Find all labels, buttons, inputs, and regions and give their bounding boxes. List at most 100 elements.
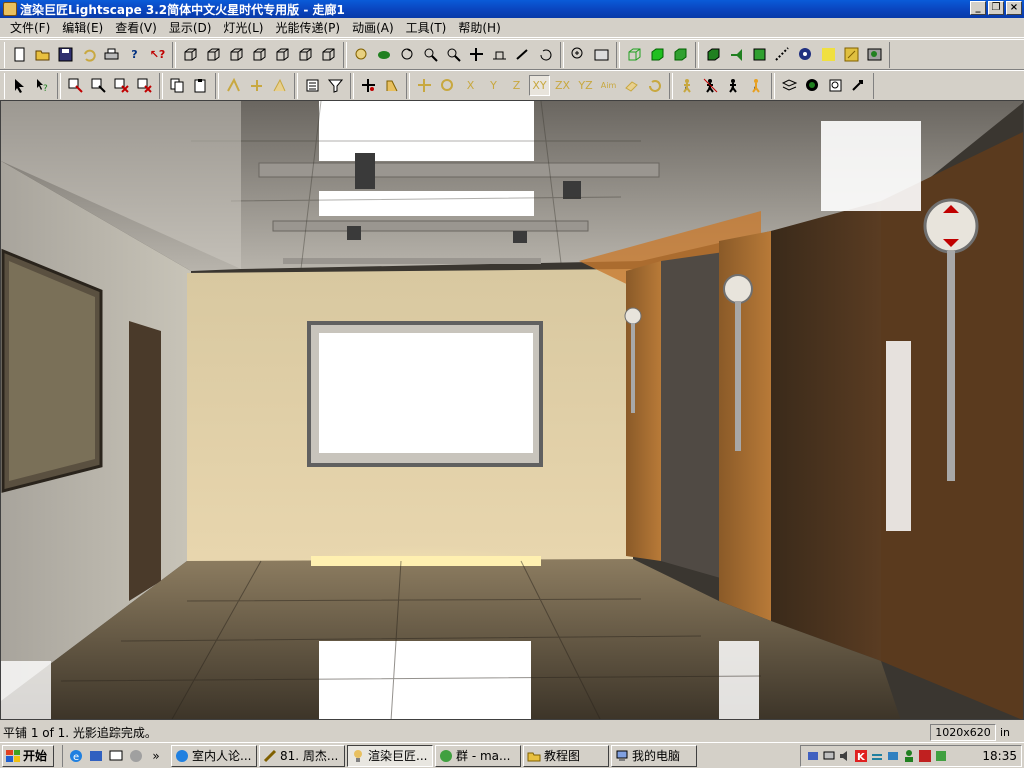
close-button[interactable]: ×	[1006, 1, 1022, 15]
rotate-free-icon[interactable]	[437, 75, 458, 96]
volume-icon[interactable]	[837, 749, 852, 764]
move-icon[interactable]	[414, 75, 435, 96]
texture-icon[interactable]	[772, 44, 793, 65]
update-icon[interactable]	[869, 749, 884, 764]
snap-icon[interactable]	[246, 75, 267, 96]
select-window-icon[interactable]	[65, 75, 86, 96]
scale-icon[interactable]	[621, 75, 642, 96]
select-help-icon[interactable]: ?	[32, 75, 53, 96]
paste-icon[interactable]	[190, 75, 211, 96]
task-button[interactable]: 群 - ma...	[435, 744, 522, 767]
task-button-active[interactable]: 渲染巨匠...	[347, 744, 434, 767]
run-icon[interactable]	[723, 75, 744, 96]
task-button[interactable]: 我的电脑	[611, 744, 698, 767]
sun-icon[interactable]	[818, 44, 839, 65]
copy-icon[interactable]	[167, 75, 188, 96]
zoom-icon[interactable]	[420, 44, 441, 65]
view-perspective-icon[interactable]	[318, 44, 339, 65]
zoom-selected-icon[interactable]	[591, 44, 612, 65]
task-button[interactable]: 室内人论...	[171, 744, 258, 767]
roll-icon[interactable]	[512, 44, 533, 65]
layer-icon[interactable]	[795, 44, 816, 65]
refresh-icon[interactable]	[825, 75, 846, 96]
walk-person-icon[interactable]	[677, 75, 698, 96]
help-icon[interactable]: ?	[124, 44, 145, 65]
calendar-icon[interactable]	[933, 749, 948, 764]
menu-help[interactable]: 帮助(H)	[452, 19, 506, 36]
zoom-window-icon[interactable]	[443, 44, 464, 65]
figure-icon[interactable]	[746, 75, 767, 96]
export-icon[interactable]	[848, 75, 869, 96]
zoom-extents-icon[interactable]	[568, 44, 589, 65]
menu-display[interactable]: 显示(D)	[163, 19, 218, 36]
move-vertex-icon[interactable]	[381, 75, 402, 96]
filter-icon[interactable]	[325, 75, 346, 96]
xy-plane-icon[interactable]: XY	[529, 75, 550, 96]
quick-launch-more[interactable]: »	[147, 747, 165, 765]
context-help-icon[interactable]: ↖?	[147, 44, 168, 65]
k-icon[interactable]: K	[853, 749, 868, 764]
view-left-icon[interactable]	[226, 44, 247, 65]
clock[interactable]: 18:35	[982, 749, 1017, 763]
menu-light[interactable]: 灯光(L)	[217, 19, 269, 36]
render-icon[interactable]	[841, 44, 862, 65]
z-axis-icon[interactable]: Z	[506, 75, 527, 96]
view-right-icon[interactable]	[249, 44, 270, 65]
rotate-icon[interactable]	[535, 44, 556, 65]
add-vertex-icon[interactable]	[358, 75, 379, 96]
render-viewport[interactable]	[0, 100, 1024, 720]
walk-icon[interactable]	[374, 44, 395, 65]
menu-animation[interactable]: 动画(A)	[346, 19, 400, 36]
light-icon[interactable]	[726, 44, 747, 65]
save-icon[interactable]	[55, 44, 76, 65]
reset-icon[interactable]	[644, 75, 665, 96]
monitor-icon[interactable]	[821, 749, 836, 764]
y-axis-icon[interactable]: Y	[483, 75, 504, 96]
camera-icon[interactable]	[351, 44, 372, 65]
orbit-icon[interactable]	[397, 44, 418, 65]
app-icon[interactable]	[3, 2, 17, 16]
undo-icon[interactable]	[78, 44, 99, 65]
new-icon[interactable]	[9, 44, 30, 65]
material-icon[interactable]	[749, 44, 770, 65]
print-icon[interactable]	[101, 44, 122, 65]
menu-tools[interactable]: 工具(T)	[400, 19, 453, 36]
select-clear-icon[interactable]	[134, 75, 155, 96]
environment-icon[interactable]	[864, 44, 885, 65]
view-bottom-icon[interactable]	[295, 44, 316, 65]
messenger-icon[interactable]	[885, 749, 900, 764]
pan-icon[interactable]	[466, 44, 487, 65]
minimize-button[interactable]: _	[970, 1, 986, 15]
task-button[interactable]: 81. 周杰...	[259, 744, 346, 767]
title-bar[interactable]: 渲染巨匠Lightscape 3.2简体中文火星时代专用版 - 走廊1 _ ❐ …	[0, 0, 1024, 18]
yz-plane-icon[interactable]: YZ	[575, 75, 596, 96]
x-axis-icon[interactable]: X	[460, 75, 481, 96]
object-icon[interactable]	[703, 44, 724, 65]
aim-icon[interactable]: Aim	[598, 75, 619, 96]
shaded-icon[interactable]	[670, 44, 691, 65]
view-top-icon[interactable]	[180, 44, 201, 65]
network-icon[interactable]	[805, 749, 820, 764]
open-icon[interactable]	[32, 44, 53, 65]
menu-view[interactable]: 查看(V)	[109, 19, 163, 36]
walk-path-icon[interactable]	[700, 75, 721, 96]
outlook-quick-icon[interactable]	[87, 747, 105, 765]
security-icon[interactable]	[917, 749, 932, 764]
person-icon[interactable]	[901, 749, 916, 764]
start-button[interactable]: 开始	[2, 744, 55, 767]
menu-radiosity[interactable]: 光能传递(P)	[269, 19, 346, 36]
menu-file[interactable]: 文件(F)	[4, 19, 56, 36]
align-icon[interactable]	[223, 75, 244, 96]
dolly-icon[interactable]	[489, 44, 510, 65]
record-icon[interactable]	[802, 75, 823, 96]
layers-icon[interactable]	[779, 75, 800, 96]
ie-quick-icon[interactable]: e	[67, 747, 85, 765]
select-remove-icon[interactable]	[111, 75, 132, 96]
media-quick-icon[interactable]	[127, 747, 145, 765]
solid-icon[interactable]	[647, 44, 668, 65]
select-add-icon[interactable]	[88, 75, 109, 96]
menu-edit[interactable]: 编辑(E)	[56, 19, 109, 36]
restore-button[interactable]: ❐	[988, 1, 1004, 15]
view-back-icon[interactable]	[272, 44, 293, 65]
view-front-icon[interactable]	[203, 44, 224, 65]
